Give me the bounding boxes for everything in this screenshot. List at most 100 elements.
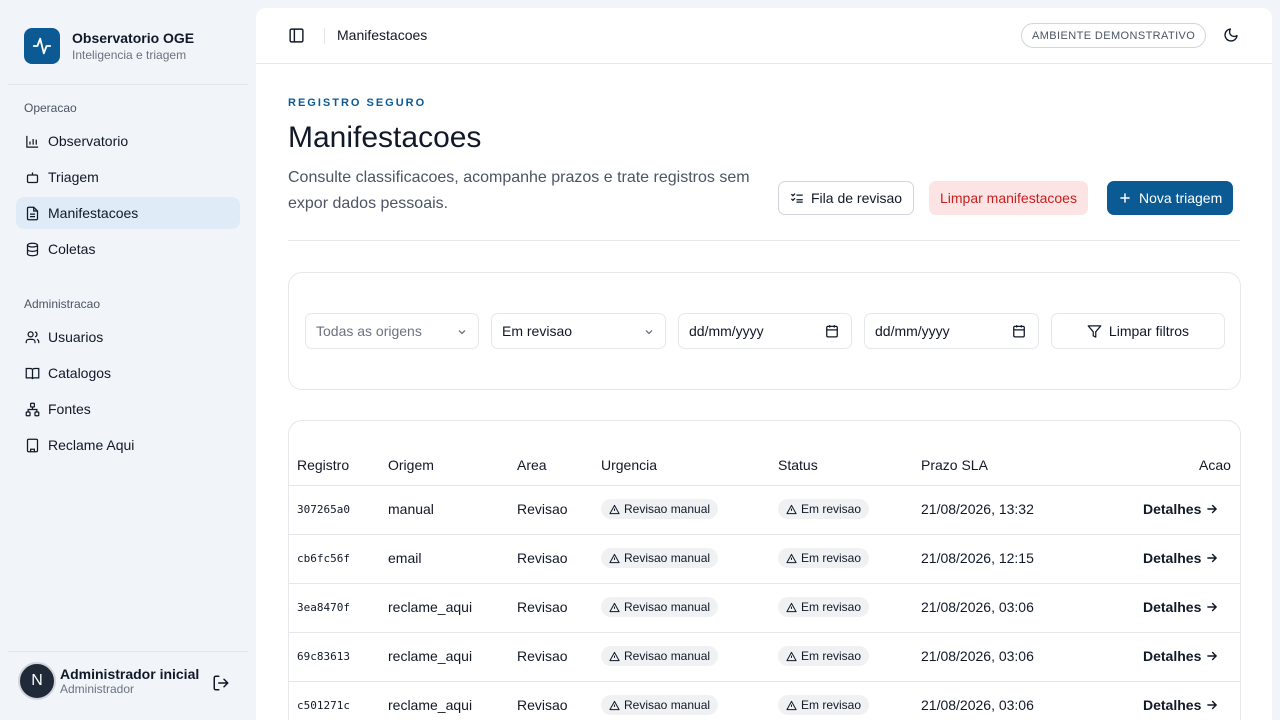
sidebar-item-usuarios[interactable]: Usuarios (16, 321, 240, 353)
origem-cell: reclame_aqui (388, 697, 473, 713)
sidebar-item-reclame-aqui[interactable]: Reclame Aqui (16, 429, 240, 461)
details-link[interactable]: Detalhes (1143, 599, 1219, 615)
alert-triangle-icon (609, 651, 620, 662)
area-cell: Revisao (517, 550, 568, 566)
table-row: cb6fc56f email Revisao Revisao manual Em rev… (289, 534, 1240, 583)
sidebar-item-fontes[interactable]: Fontes (16, 393, 240, 425)
user-menu[interactable]: N Administrador inicial Administrador (18, 662, 200, 700)
area-cell: Revisao (517, 501, 568, 517)
details-link[interactable]: Detalhes (1143, 697, 1219, 713)
page-eyebrow: REGISTRO SEGURO (288, 97, 427, 109)
arrow-right-icon (1205, 502, 1219, 516)
plus-icon (1118, 191, 1132, 205)
logout-icon[interactable] (212, 674, 230, 692)
sidebar-item-triagem[interactable]: Triagem (16, 161, 240, 193)
page-title: Manifestacoes (288, 121, 482, 154)
sidebar-item-label: Triagem (48, 169, 99, 185)
sidebar-item-catalogos[interactable]: Catalogos (16, 357, 240, 389)
arrow-right-icon (1205, 551, 1219, 565)
network-icon (24, 401, 40, 417)
clear-records-label: Limpar manifestacoes (940, 190, 1077, 206)
sidebar-item-manifestacoes[interactable]: Manifestacoes (16, 197, 240, 229)
filters-card: Todas as origens Em revisao dd/mm/yyyy d… (288, 272, 1241, 390)
details-link[interactable]: Detalhes (1143, 501, 1219, 517)
column-header: Area (517, 457, 547, 473)
new-triage-button[interactable]: Nova triagem (1107, 181, 1234, 215)
filter-icon (1087, 323, 1103, 339)
alert-triangle-icon (609, 553, 620, 564)
date-to-input[interactable]: dd/mm/yyyy (864, 313, 1039, 349)
arrow-right-icon (1205, 649, 1219, 663)
topbar-separator (324, 28, 325, 44)
moon-icon[interactable] (1223, 27, 1241, 45)
arrow-right-icon (1205, 698, 1219, 712)
details-link-label: Detalhes (1143, 550, 1202, 566)
group-label-administracao: Administracao (24, 297, 101, 311)
calendar-icon[interactable] (825, 324, 839, 338)
column-header: Urgencia (601, 457, 658, 473)
chevron-down-icon (456, 325, 468, 337)
urgency-badge-label: Revisao manual (624, 600, 711, 614)
sidebar-divider (8, 84, 248, 85)
clear-filters-label: Limpar filtros (1108, 323, 1190, 339)
sidebar-item-observatorio[interactable]: Observatorio (16, 125, 240, 157)
table-row: c501271c reclame_aqui Revisao Revisao manua… (289, 681, 1240, 720)
list-checks-icon (790, 191, 804, 205)
brand[interactable]: Observatorio OGE Inteligencia e triagem (24, 28, 194, 64)
date-from-input[interactable]: dd/mm/yyyy (678, 313, 852, 349)
brand-subtitle: Inteligencia e triagem (72, 48, 187, 62)
table-row: 307265a0 manual Revisao Revisao manual Em re… (289, 485, 1240, 534)
status-badge: Em revisao (778, 646, 870, 666)
origin-select-value: Todas as origens (316, 323, 422, 339)
manifestacoes-table: Registro Origem Area Urgencia Status Pra… (288, 420, 1241, 720)
review-queue-label: Fila de revisao (811, 190, 903, 206)
urgency-badge: Revisao manual (601, 695, 719, 715)
sidebar-item-label: Manifestacoes (48, 205, 139, 221)
avatar: N (18, 662, 56, 700)
origem-cell: reclame_aqui (388, 599, 473, 615)
database-icon (24, 241, 40, 257)
registro-cell: 3ea8470f (297, 601, 350, 614)
status-badge-label: Em revisao (801, 698, 862, 712)
registro-cell: cb6fc56f (297, 552, 350, 565)
status-badge-label: Em revisao (801, 600, 862, 614)
users-icon (24, 329, 40, 345)
area-cell: Revisao (517, 697, 568, 713)
clear-filters-button[interactable]: Limpar filtros (1051, 313, 1225, 349)
group-label-operacao: Operacao (24, 101, 77, 115)
table-row: 3ea8470f reclame_aqui Revisao Revisao manua… (289, 583, 1240, 632)
status-select[interactable]: Em revisao (491, 313, 666, 349)
calendar-icon[interactable] (1012, 324, 1026, 338)
sidebar-toggle-icon[interactable] (288, 27, 306, 45)
column-header: Prazo SLA (921, 457, 988, 473)
page-description: Consulte classificacoes, acompanhe prazo… (288, 169, 750, 212)
alert-triangle-icon (786, 553, 797, 564)
review-queue-button[interactable]: Fila de revisao (778, 181, 915, 215)
alert-triangle-icon (609, 700, 620, 711)
column-header: Status (778, 457, 818, 473)
details-link[interactable]: Detalhes (1143, 648, 1219, 664)
clear-records-button[interactable]: Limpar manifestacoes (929, 181, 1088, 215)
column-header: Registro (297, 457, 350, 473)
origem-cell: manual (388, 501, 434, 517)
sidebar-item-coletas[interactable]: Coletas (16, 233, 240, 265)
building-icon (24, 437, 40, 453)
details-link-label: Detalhes (1143, 501, 1202, 517)
status-badge-label: Em revisao (801, 551, 862, 565)
table-row: 69c83613 reclame_aqui Revisao Revisao manua… (289, 632, 1240, 681)
activity-icon (24, 28, 60, 64)
sidebar-item-label: Usuarios (48, 329, 104, 345)
arrow-right-icon (1205, 600, 1219, 614)
details-link-label: Detalhes (1143, 599, 1202, 615)
scrollbar[interactable] (1272, 8, 1280, 720)
bot-icon (24, 169, 40, 185)
sla-cell: 21/08/2026, 03:06 (921, 648, 1034, 664)
sla-cell: 21/08/2026, 12:15 (921, 550, 1034, 566)
alert-triangle-icon (786, 700, 797, 711)
details-link[interactable]: Detalhes (1143, 550, 1219, 566)
origin-select[interactable]: Todas as origens (305, 313, 479, 349)
registro-cell: c501271c (297, 699, 350, 712)
user-name: Administrador inicial (60, 666, 200, 682)
area-cell: Revisao (517, 648, 568, 664)
sidebar-item-label: Catalogos (48, 365, 112, 381)
